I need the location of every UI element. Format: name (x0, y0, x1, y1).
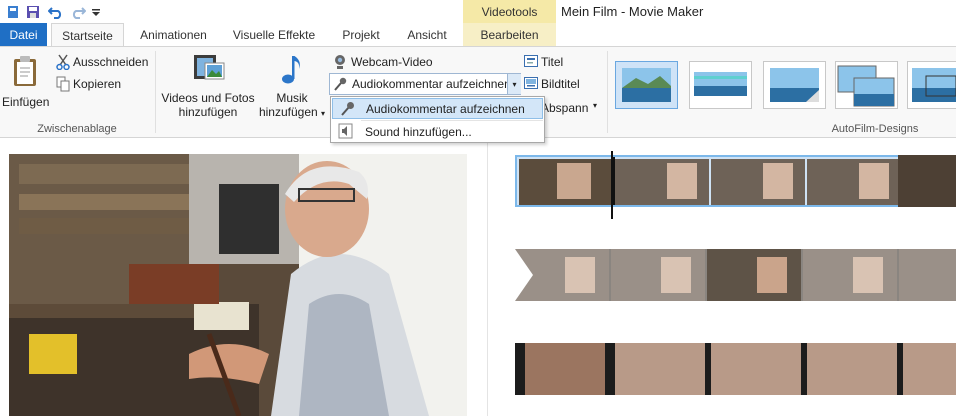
copy-icon (56, 76, 70, 92)
autofilm-group-label: AutoFilm-Designs (831, 123, 919, 135)
microphone-icon (341, 102, 354, 116)
storyboard-clip-2[interactable] (898, 155, 956, 207)
title-label: Titel (541, 55, 564, 69)
caption-label: Bildtitel (541, 77, 580, 91)
paste-label: Einfügen (2, 95, 50, 109)
playhead[interactable] (611, 151, 613, 219)
chevron-down-icon[interactable]: ▾ (507, 74, 521, 94)
tab-animationen[interactable]: Animationen (131, 23, 216, 46)
tab-startseite[interactable]: Startseite (51, 23, 124, 47)
cut-label: Ausschneiden (73, 55, 149, 69)
clipboard-group-label: Zwischenablage (37, 123, 117, 135)
copy-label: Kopieren (73, 77, 122, 91)
contextual-tab-group-label: Videotools (463, 0, 556, 23)
record-narration-label: Audiokommentar aufzeichnen (352, 77, 511, 91)
add-videos-photos-line2: hinzufügen (178, 105, 238, 119)
scissors-icon (56, 54, 70, 70)
autofilm-theme-1[interactable] (615, 61, 678, 109)
save-icon[interactable] (24, 3, 42, 21)
window-title: Mein Film - Movie Maker (561, 4, 704, 19)
chevron-down-icon: ▾ (593, 101, 598, 110)
clip-thumbnails (515, 343, 956, 395)
title-icon (524, 55, 538, 67)
clip-thumbnails (515, 249, 956, 301)
group-separator (607, 51, 608, 133)
menu-item-add-sound[interactable]: Sound hinzufügen... (332, 121, 543, 142)
storyboard-pane[interactable] (487, 139, 956, 416)
paste-button[interactable]: Einfügen (2, 51, 50, 111)
add-music-line2: hinzufügen (258, 105, 318, 119)
undo-icon[interactable] (46, 3, 66, 21)
webcam-video-button[interactable]: Webcam-Video (331, 53, 441, 71)
tab-visuelle-effekte[interactable]: Visuelle Effekte (224, 23, 324, 46)
clip-thumbnails (517, 157, 955, 205)
caption-button[interactable]: Bildtitel (523, 75, 593, 93)
speaker-icon (338, 123, 353, 139)
preview-image (9, 154, 467, 416)
music-note-icon (282, 56, 300, 84)
group-separator (155, 51, 156, 133)
add-videos-photos-label: Videos und Fotos hinzufügen (160, 91, 256, 119)
storyboard-row-3[interactable] (515, 343, 956, 395)
video-preview[interactable] (9, 154, 467, 416)
add-videos-photos-line1: Videos und Fotos (161, 91, 255, 105)
add-music-button[interactable]: Musik hinzufügen ▾ (256, 51, 328, 119)
webcam-icon (335, 55, 345, 69)
customize-icon[interactable] (90, 3, 102, 21)
app-icon (6, 3, 20, 21)
autofilm-theme-2[interactable] (689, 61, 752, 109)
caption-icon (524, 77, 538, 89)
autofilm-theme-4[interactable] (835, 61, 898, 109)
tab-bearbeiten[interactable]: Bearbeiten (463, 23, 556, 46)
menu-item-add-sound-label: Sound hinzufügen... (365, 124, 472, 139)
autofilm-theme-3[interactable] (763, 61, 826, 109)
microphone-icon (334, 77, 347, 91)
add-music-label: Musik hinzufügen ▾ (256, 91, 328, 121)
ribbon-tabs: Datei Startseite Animationen Visuelle Ef… (0, 23, 956, 47)
narration-dropdown-menu: Audiokommentar aufzeichnen Sound hinzufü… (330, 96, 545, 143)
tab-ansicht[interactable]: Ansicht (398, 23, 456, 46)
tab-projekt[interactable]: Projekt (332, 23, 390, 46)
chevron-down-icon: ▾ (321, 109, 326, 118)
cut-button[interactable]: Ausschneiden (54, 53, 150, 71)
paste-icon (14, 56, 36, 86)
storyboard-row-2[interactable] (515, 249, 956, 301)
movie-maker-window: Videotools Mein Film - Movie Maker Datei… (0, 0, 956, 416)
credits-label: Abspann (541, 101, 589, 115)
menu-item-record-narration[interactable]: Audiokommentar aufzeichnen (332, 98, 543, 119)
webcam-video-label: Webcam-Video (351, 55, 433, 69)
title-button[interactable]: Titel (523, 53, 593, 71)
add-music-line1: Musik (276, 91, 308, 105)
autofilm-theme-5[interactable] (907, 61, 956, 109)
copy-button[interactable]: Kopieren (54, 75, 150, 93)
storyboard-clip-1[interactable] (515, 155, 956, 207)
film-icon (194, 55, 225, 80)
add-videos-photos-button[interactable]: Videos und Fotos hinzufügen (160, 51, 256, 119)
tab-datei[interactable]: Datei (0, 23, 47, 46)
record-narration-button[interactable]: Audiokommentar aufzeichnen ▾ (329, 73, 521, 95)
redo-icon[interactable] (68, 3, 88, 21)
title-bar: Videotools Mein Film - Movie Maker (0, 0, 956, 24)
menu-item-record-narration-label: Audiokommentar aufzeichnen (366, 101, 525, 116)
